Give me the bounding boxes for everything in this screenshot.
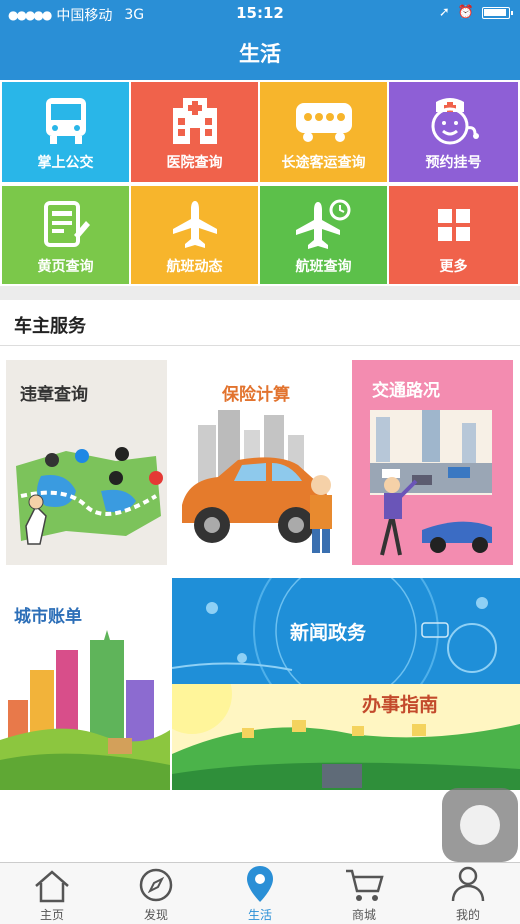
car-illustration bbox=[182, 410, 332, 553]
card-city-bill[interactable]: 城市账单 bbox=[0, 578, 170, 790]
hospital-icon bbox=[131, 94, 258, 148]
card-title: 新闻政务 bbox=[290, 622, 367, 644]
home-icon bbox=[0, 863, 104, 903]
card-title: 办事指南 bbox=[362, 694, 439, 716]
tile-flight-status[interactable]: 航班动态 bbox=[131, 186, 258, 284]
tile-flight-search[interactable]: 航班查询 bbox=[260, 186, 387, 284]
battery-icon bbox=[482, 6, 513, 19]
tab-label: 发现 bbox=[143, 908, 168, 922]
nurse-icon bbox=[389, 94, 518, 148]
tile-label: 掌上公交 bbox=[37, 155, 94, 171]
airplane-icon bbox=[131, 198, 258, 252]
tile-bus[interactable]: 掌上公交 bbox=[2, 82, 129, 182]
assistive-touch-button[interactable] bbox=[442, 788, 518, 862]
tile-more[interactable]: 更多 bbox=[389, 186, 518, 284]
status-bar: ●●●●● 中国移动 3G 15:12 ➚ ⏰ bbox=[0, 0, 520, 26]
airplane-clock-icon bbox=[260, 198, 387, 252]
tile-label: 更多 bbox=[439, 259, 468, 275]
tab-label: 生活 bbox=[247, 908, 272, 922]
card-traffic[interactable]: 交通路况 bbox=[352, 360, 513, 565]
card-insurance-calc[interactable]: 保险计算 bbox=[178, 360, 342, 565]
tab-label: 商城 bbox=[351, 908, 376, 922]
tile-label: 航班动态 bbox=[166, 259, 223, 275]
tile-label: 黄页查询 bbox=[37, 259, 94, 275]
tab-bar: 主页 发现 生活 商城 我的 bbox=[0, 862, 520, 924]
card-title: 交通路况 bbox=[372, 381, 440, 401]
bus-icon bbox=[2, 94, 129, 148]
coach-icon bbox=[260, 94, 387, 148]
top-bar: ●●●●● 中国移动 3G 15:12 ➚ ⏰ 生活 bbox=[0, 0, 520, 80]
card-title: 城市账单 bbox=[14, 607, 82, 627]
grid-more-icon bbox=[389, 198, 518, 252]
tile-label: 医院查询 bbox=[166, 155, 223, 171]
tab-life[interactable]: 生活 bbox=[208, 863, 312, 924]
cart-icon bbox=[312, 863, 416, 903]
compass-icon bbox=[104, 863, 208, 903]
location-arrow-icon: ➚ bbox=[438, 5, 450, 20]
tile-appointment[interactable]: 预约挂号 bbox=[389, 82, 518, 182]
tile-label: 长途客运查询 bbox=[281, 155, 366, 171]
alarm-icon: ⏰ bbox=[457, 5, 474, 20]
card-news-gov[interactable]: 新闻政务 bbox=[172, 578, 520, 684]
section-title: 车主服务 bbox=[14, 316, 86, 337]
tile-label: 预约挂号 bbox=[425, 155, 482, 171]
card-service-guide[interactable]: 办事指南 bbox=[172, 684, 520, 790]
traffic-illustration bbox=[370, 410, 492, 556]
location-pin-icon bbox=[208, 863, 312, 903]
tile-hospital[interactable]: 医院查询 bbox=[131, 82, 258, 182]
map-illustration bbox=[16, 447, 163, 545]
page-title: 生活 bbox=[239, 42, 281, 66]
tab-label: 主页 bbox=[39, 908, 64, 922]
tab-discover[interactable]: 发现 bbox=[104, 863, 208, 924]
tile-coach[interactable]: 长途客运查询 bbox=[260, 82, 387, 182]
section-header: 车主服务 bbox=[0, 300, 520, 346]
service-grid: 掌上公交 医院查询 长途客运查询 预约挂号 黄页查询 航班动态 航班查询 更多 bbox=[0, 80, 520, 286]
card-violation-query[interactable]: 违章查询 bbox=[6, 360, 167, 565]
card-title: 违章查询 bbox=[20, 385, 88, 405]
tile-yellow-pages[interactable]: 黄页查询 bbox=[2, 186, 129, 284]
user-icon bbox=[416, 863, 520, 903]
city-illustration bbox=[0, 630, 170, 790]
tab-label: 我的 bbox=[455, 908, 480, 922]
tab-mine[interactable]: 我的 bbox=[416, 863, 520, 924]
sunny-town-illustration bbox=[172, 684, 520, 790]
yellow-pages-icon bbox=[2, 198, 129, 252]
tab-mall[interactable]: 商城 bbox=[312, 863, 416, 924]
tile-label: 航班查询 bbox=[295, 259, 352, 275]
tab-home[interactable]: 主页 bbox=[0, 863, 104, 924]
card-title: 保险计算 bbox=[222, 385, 290, 405]
divider bbox=[0, 286, 520, 300]
